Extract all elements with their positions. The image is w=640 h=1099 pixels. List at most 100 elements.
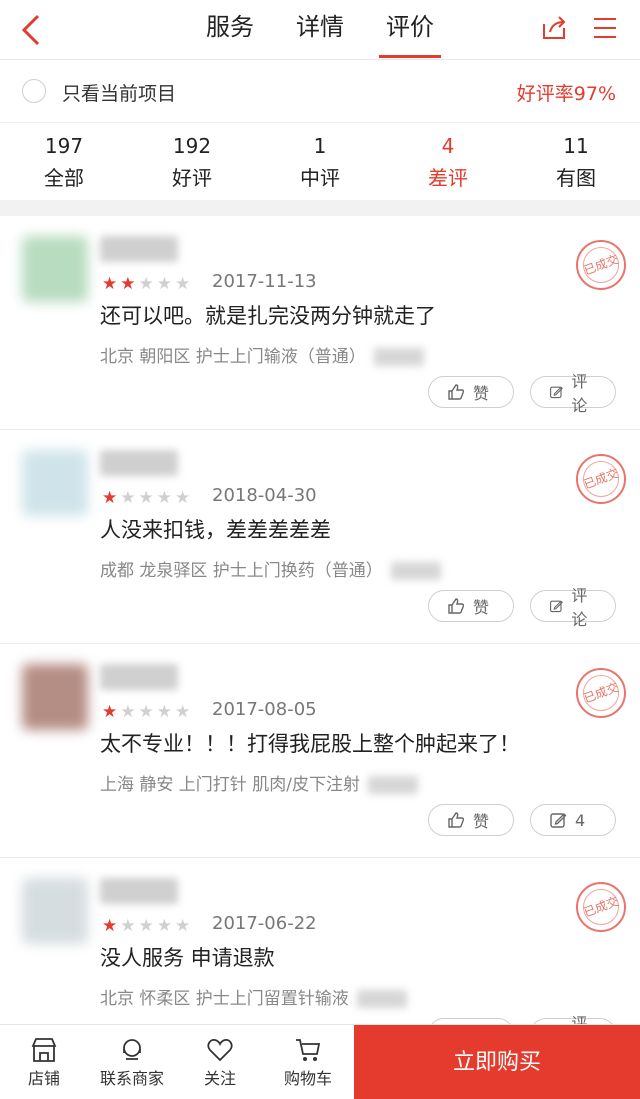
cart-icon	[296, 1039, 321, 1061]
share-icon[interactable]	[540, 14, 568, 42]
tab-details[interactable]: 详情	[275, 0, 365, 60]
star-icon: ★	[138, 274, 157, 294]
blurred-text	[390, 562, 441, 580]
star-icon: ★	[156, 274, 175, 294]
review-meta-text: 成都 龙泉驿区 护士上门换药（普通）	[100, 561, 383, 581]
star-rating: ★★★★★	[102, 488, 193, 508]
count-number: 197	[44, 134, 84, 158]
category-positive[interactable]: 192 好评	[128, 124, 256, 200]
review-meta: 上海 静安 上门打针 肌肉/皮下注射	[100, 770, 418, 795]
thumbs-up-icon	[448, 598, 465, 614]
star-icon: ★	[102, 488, 121, 508]
deal-completed-seal-icon: 已成交	[576, 882, 626, 932]
username-blurred	[100, 450, 178, 476]
review-meta: 成都 龙泉驿区 护士上门换药（普通）	[100, 556, 441, 581]
star-icon: ★	[102, 916, 121, 936]
deal-completed-seal-icon: 已成交	[576, 454, 626, 504]
comment-label: 4	[575, 810, 586, 830]
follow-button[interactable]: 关注	[176, 1025, 264, 1099]
tab-service[interactable]: 服务	[185, 0, 275, 60]
star-icon: ★	[156, 702, 175, 722]
heart-icon	[207, 1039, 233, 1062]
review-date: 2017-11-13	[212, 271, 317, 292]
comment-button[interactable]: 评论	[530, 586, 616, 629]
count-label: 全部	[44, 166, 84, 190]
comment-button[interactable]: 评论	[530, 372, 616, 415]
count-number: 11	[563, 134, 589, 158]
review-item: ★★★★★ 2018-04-30 人没来扣钱，差差差差差 成都 龙泉驿区 护士上门换药…	[0, 430, 640, 644]
category-neutral[interactable]: 1 中评	[256, 124, 384, 200]
avatar[interactable]	[22, 236, 88, 302]
review-actions: 赞4	[428, 804, 616, 836]
comment-label: 评论	[571, 372, 588, 415]
avatar[interactable]	[22, 450, 88, 516]
like-button[interactable]: 赞	[428, 376, 514, 408]
positive-rate: 好评率97%	[516, 83, 616, 105]
category-negative[interactable]: 4 差评	[384, 124, 512, 200]
edit-icon	[550, 600, 563, 613]
star-rating: ★★★★★	[102, 274, 193, 294]
like-button[interactable]: 赞	[428, 590, 514, 622]
contact-label: 联系商家	[99, 1069, 164, 1088]
like-label: 赞	[473, 384, 490, 403]
store-label: 店铺	[27, 1069, 60, 1088]
section-divider	[0, 200, 640, 216]
edit-icon	[550, 813, 567, 828]
star-icon: ★	[120, 274, 139, 294]
like-label: 赞	[473, 598, 490, 617]
store-button[interactable]: 店铺	[0, 1025, 88, 1099]
current-item-only-radio[interactable]	[22, 79, 46, 103]
review-meta: 北京 朝阳区 护士上门输液（普通）	[100, 342, 424, 367]
username-blurred	[100, 664, 178, 690]
like-label: 赞	[473, 812, 490, 831]
count-number: 1	[313, 134, 327, 158]
review-date: 2017-06-22	[212, 913, 317, 934]
star-icon: ★	[102, 702, 121, 722]
blurred-text	[356, 990, 407, 1008]
review-actions: 赞 评论	[428, 586, 616, 629]
review-item: ★★★★★ 2017-08-05 太不专业！！！打得我屁股上整个肿起来了！ 上海 静安…	[0, 644, 640, 858]
count-number: 192	[172, 134, 212, 158]
review-content: 没人服务 申请退款	[100, 946, 275, 970]
blurred-text	[373, 348, 424, 366]
avatar[interactable]	[22, 664, 88, 730]
avatar[interactable]	[22, 878, 88, 944]
comment-button[interactable]: 4	[530, 804, 616, 836]
tab-reviews[interactable]: 评价	[365, 0, 455, 60]
deal-completed-seal-icon: 已成交	[576, 668, 626, 718]
review-category-tabs: 197 全部 192 好评 1 中评 4 差评 11 有图	[0, 124, 640, 200]
review-list: ★★★★★ 2017-11-13 还可以吧。就是扎完没两分钟就走了 北京 朝阳区 护士…	[0, 216, 640, 1072]
top-nav: 服务 详情 评价	[0, 0, 640, 60]
menu-icon[interactable]	[592, 15, 618, 41]
contact-seller-button[interactable]: 联系商家	[88, 1025, 176, 1099]
star-icon: ★	[102, 274, 121, 294]
blurred-text	[367, 776, 418, 794]
cart-button[interactable]: 购物车	[264, 1025, 352, 1099]
buy-now-button[interactable]: 立即购买	[354, 1025, 640, 1099]
like-button[interactable]: 赞	[428, 804, 514, 836]
review-meta-text: 北京 朝阳区 护士上门输液（普通）	[100, 347, 366, 367]
star-icon: ★	[156, 488, 175, 508]
star-icon: ★	[138, 916, 157, 936]
review-item: ★★★★★ 2017-11-13 还可以吧。就是扎完没两分钟就走了 北京 朝阳区 护士…	[0, 216, 640, 430]
count-label: 中评	[300, 166, 340, 190]
edit-icon	[550, 386, 563, 399]
current-item-only-label[interactable]: 只看当前项目	[62, 79, 176, 106]
review-content: 太不专业！！！打得我屁股上整个肿起来了！	[100, 732, 520, 756]
count-label: 有图	[556, 166, 596, 190]
username-blurred	[100, 878, 178, 904]
headset-icon	[123, 1039, 141, 1060]
count-number: 4	[441, 134, 455, 158]
review-content: 人没来扣钱，差差差差差	[100, 518, 331, 542]
review-meta: 北京 怀柔区 护士上门留置针输液	[100, 984, 407, 1009]
star-icon: ★	[120, 702, 139, 722]
category-all[interactable]: 197 全部	[0, 124, 128, 200]
star-icon: ★	[175, 916, 194, 936]
review-date: 2017-08-05	[212, 699, 317, 720]
star-icon: ★	[175, 702, 194, 722]
category-with-images[interactable]: 11 有图	[512, 124, 640, 200]
star-icon: ★	[120, 488, 139, 508]
follow-label: 关注	[203, 1069, 236, 1088]
star-icon: ★	[138, 702, 157, 722]
star-icon: ★	[175, 488, 194, 508]
